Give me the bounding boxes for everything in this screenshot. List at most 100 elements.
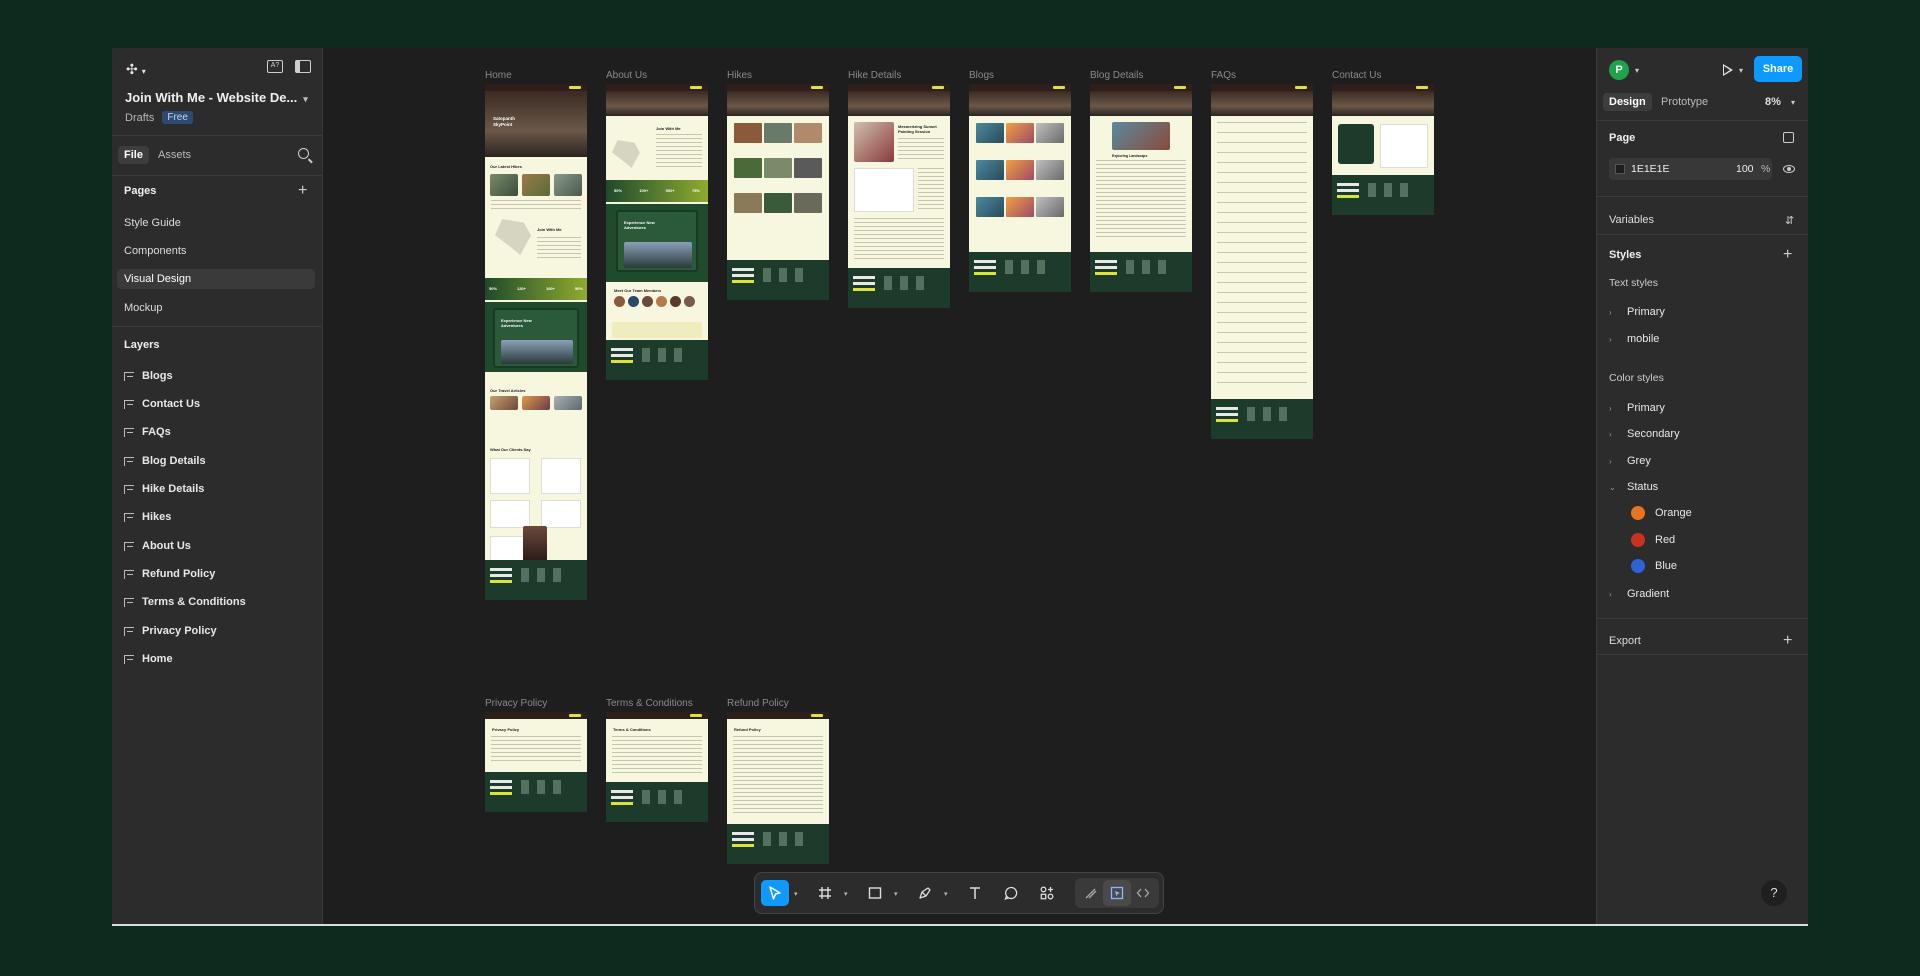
frame-about-us[interactable]: Join With Me 50% 100+ 500+ 75% Experienc…: [606, 84, 708, 380]
frame-tool-button[interactable]: [811, 880, 839, 906]
variables-label[interactable]: Variables: [1609, 214, 1654, 226]
layer-blog-details[interactable]: Blog Details: [124, 455, 206, 467]
frame-home[interactable]: Satopanth SkyPoint Our Latest Hikes Join …: [485, 84, 587, 600]
share-button[interactable]: Share: [1754, 56, 1802, 82]
chevron-down-icon[interactable]: ▾: [844, 890, 848, 898]
actions-tool-button[interactable]: [1033, 880, 1061, 906]
color-style-primary[interactable]: › Primary: [1609, 402, 1665, 414]
add-page-icon[interactable]: +: [298, 183, 307, 199]
file-title[interactable]: Join With Me - Website De... ▾: [125, 90, 308, 105]
frame-contact-us[interactable]: [1332, 84, 1434, 215]
text-style-primary[interactable]: › Primary: [1609, 306, 1665, 318]
frame-label-faqs[interactable]: FAQs: [1211, 70, 1236, 81]
color-style-grey[interactable]: › Grey: [1609, 455, 1651, 467]
layer-privacy-policy[interactable]: Privacy Policy: [124, 625, 217, 637]
layer-blogs[interactable]: Blogs: [124, 370, 173, 382]
zoom-level[interactable]: 8%: [1765, 96, 1781, 108]
chevron-down-icon[interactable]: ▾: [1791, 98, 1795, 107]
dev-mode-button[interactable]: [1129, 880, 1157, 906]
variables-sliders-icon[interactable]: ⇵: [1785, 214, 1794, 227]
toggle-sidebar-icon[interactable]: [295, 60, 311, 73]
draw-mode-button[interactable]: [1077, 880, 1105, 906]
page-color-field[interactable]: 1E1E1E 100 %: [1609, 158, 1772, 180]
ai-assist-icon[interactable]: A?: [267, 60, 283, 73]
add-export-icon[interactable]: +: [1783, 633, 1792, 649]
layer-about-us[interactable]: About Us: [124, 540, 191, 552]
frame-label-blogs[interactable]: Blogs: [969, 70, 994, 81]
figma-menu-button[interactable]: ✣ ▾: [126, 61, 146, 78]
frame-label-blog-details[interactable]: Blog Details: [1090, 70, 1143, 81]
frame-label-terms-conditions[interactable]: Terms & Conditions: [606, 698, 693, 709]
text-style-mobile[interactable]: › mobile: [1609, 333, 1659, 345]
frame-hero: [848, 91, 950, 116]
frame-faqs[interactable]: [1211, 84, 1313, 439]
search-icon[interactable]: [298, 148, 309, 159]
page-opacity[interactable]: 100: [1736, 163, 1754, 175]
color-style-orange[interactable]: Orange: [1631, 506, 1692, 520]
text-block: [733, 736, 823, 816]
present-play-icon[interactable]: [1723, 64, 1733, 76]
chevron-down-icon[interactable]: ▾: [1739, 66, 1743, 75]
frame-blog-details[interactable]: Exploring Landscape: [1090, 84, 1192, 292]
file-location: Drafts Free: [125, 111, 193, 124]
frame-hike-details[interactable]: Mesmerizing Sunset Painting Session: [848, 84, 950, 308]
chevron-down-icon[interactable]: ▾: [1635, 66, 1639, 75]
move-tool-button[interactable]: [761, 880, 789, 906]
policy-title: Privacy Policy: [492, 727, 520, 732]
chevron-down-icon[interactable]: ▾: [894, 890, 898, 898]
tab-file[interactable]: File: [118, 146, 149, 164]
layer-faqs[interactable]: FAQs: [124, 426, 171, 438]
page-item-style-guide[interactable]: Style Guide: [117, 213, 315, 233]
help-button[interactable]: ?: [1761, 880, 1787, 906]
style-label: Orange: [1655, 507, 1692, 519]
page-settings-icon[interactable]: [1783, 132, 1794, 143]
layer-refund-policy[interactable]: Refund Policy: [124, 568, 215, 580]
frame-hikes[interactable]: [727, 84, 829, 300]
frame-label-about-us[interactable]: About Us: [606, 70, 647, 81]
layer-contact-us[interactable]: Contact Us: [124, 398, 200, 410]
color-style-secondary[interactable]: › Secondary: [1609, 428, 1680, 440]
layer-home[interactable]: Home: [124, 653, 173, 665]
page-item-components[interactable]: Components: [117, 241, 315, 261]
frame-blogs[interactable]: [969, 84, 1071, 292]
layer-hike-details[interactable]: Hike Details: [124, 483, 204, 495]
frame-terms-conditions[interactable]: Terms & Conditions: [606, 712, 708, 822]
india-map-graphic: [495, 219, 531, 255]
frame-label-hike-details[interactable]: Hike Details: [848, 70, 901, 81]
frame-label-refund-policy[interactable]: Refund Policy: [727, 698, 789, 709]
layer-terms-conditions[interactable]: Terms & Conditions: [124, 596, 246, 608]
tab-design[interactable]: Design: [1603, 93, 1652, 111]
design-canvas[interactable]: Home About Us Hikes Hike Details Blogs B…: [323, 48, 1707, 924]
tab-prototype[interactable]: Prototype: [1655, 93, 1714, 111]
layer-hikes[interactable]: Hikes: [124, 511, 171, 523]
drafts-label[interactable]: Drafts: [125, 112, 154, 124]
color-style-red[interactable]: Red: [1631, 533, 1675, 547]
frame-label-contact-us[interactable]: Contact Us: [1332, 70, 1381, 81]
color-style-status[interactable]: ⌄ Status: [1609, 481, 1658, 493]
frame-label-privacy-policy[interactable]: Privacy Policy: [485, 698, 547, 709]
comment-tool-button[interactable]: [997, 880, 1025, 906]
chevron-down-icon[interactable]: ▾: [794, 890, 798, 898]
page-color-hex[interactable]: 1E1E1E: [1631, 163, 1670, 175]
frame-hero: [727, 91, 829, 116]
eye-icon[interactable]: [1783, 165, 1795, 173]
shape-tool-button[interactable]: [861, 880, 889, 906]
color-style-gradient[interactable]: › Gradient: [1609, 588, 1669, 600]
color-swatch[interactable]: [1615, 164, 1625, 174]
hike-image: [522, 174, 550, 196]
chevron-down-icon[interactable]: ▾: [944, 890, 948, 898]
design-mode-button[interactable]: [1103, 880, 1131, 906]
avatar[interactable]: P: [1609, 60, 1629, 80]
frame-label-home[interactable]: Home: [485, 70, 512, 81]
add-style-icon[interactable]: +: [1783, 247, 1792, 263]
text-tool-button[interactable]: [961, 880, 989, 906]
page-item-visual-design[interactable]: Visual Design: [117, 269, 315, 289]
color-style-blue[interactable]: Blue: [1631, 559, 1677, 573]
page-item-mockup[interactable]: Mockup: [117, 298, 315, 318]
pen-tool-button[interactable]: [911, 880, 939, 906]
frame-privacy-policy[interactable]: Privacy Policy: [485, 712, 587, 812]
frame-footer: [1090, 252, 1192, 292]
frame-refund-policy[interactable]: Refund Policy: [727, 712, 829, 864]
tab-assets[interactable]: Assets: [152, 146, 197, 164]
frame-label-hikes[interactable]: Hikes: [727, 70, 752, 81]
